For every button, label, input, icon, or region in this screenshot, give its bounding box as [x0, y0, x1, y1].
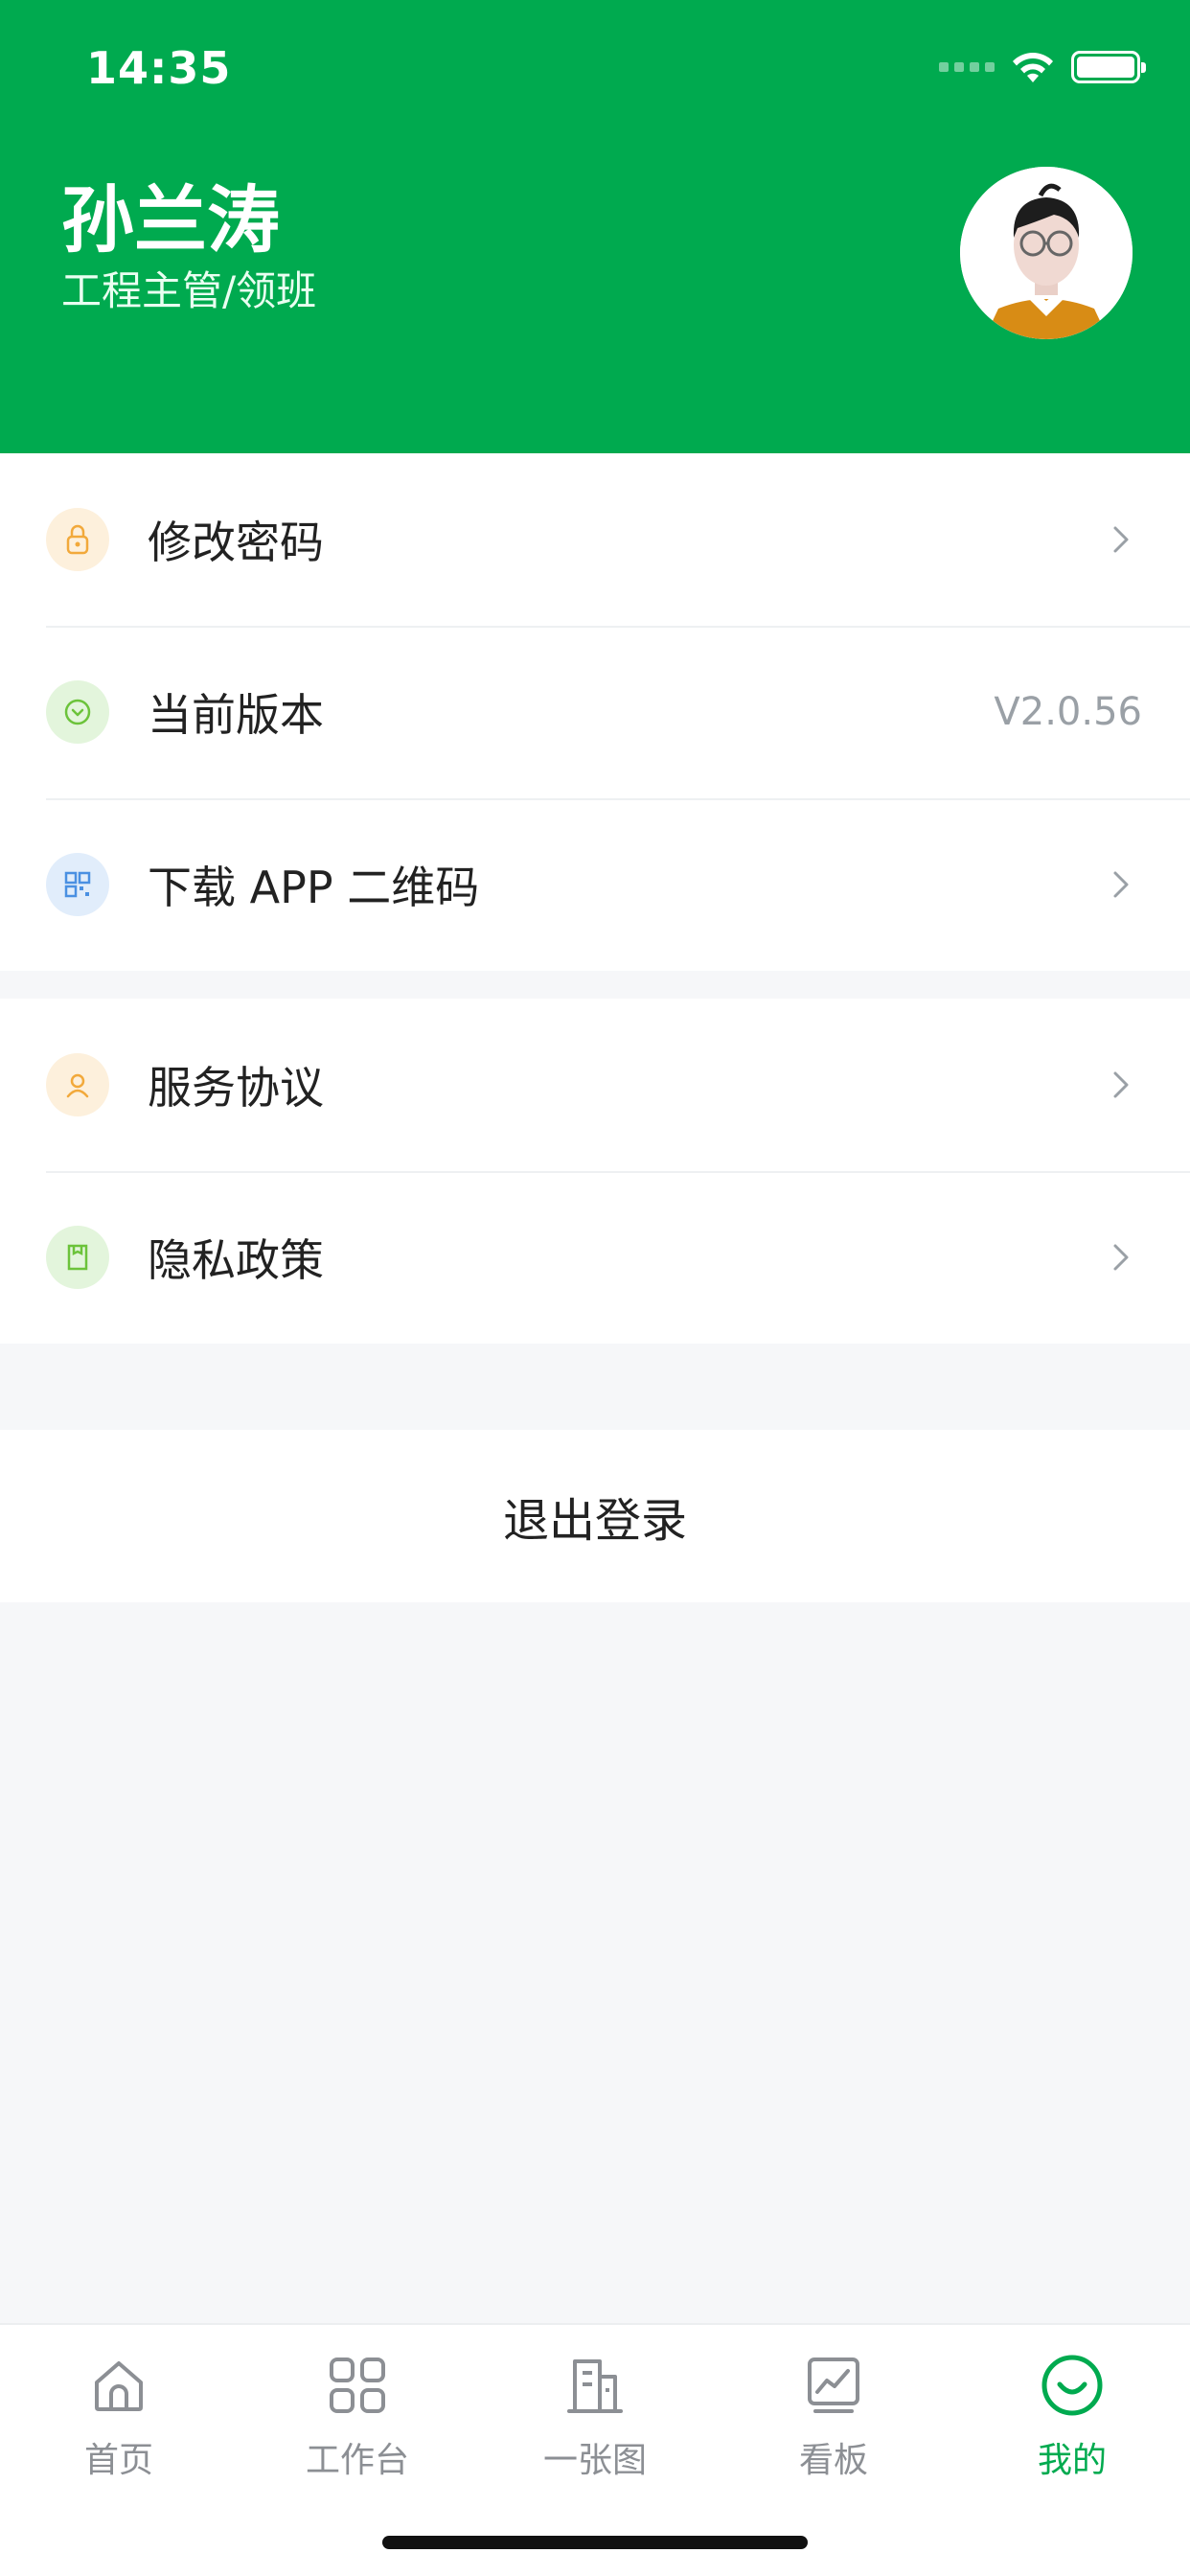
tab-mine[interactable]: 我的 [995, 2352, 1149, 2482]
wifi-icon [1013, 53, 1053, 82]
menu-label: 修改密码 [148, 517, 324, 568]
version-value: V2.0.56 [994, 690, 1142, 734]
smile-icon [1041, 2355, 1103, 2416]
menu-row-privacy-policy[interactable]: 隐私政策 [0, 1171, 1190, 1344]
privacy-icon [46, 1226, 109, 1289]
tab-workbench[interactable]: 工作台 [281, 2352, 434, 2482]
chevron-right-icon [1113, 1244, 1129, 1271]
menu-row-download-qr[interactable]: 下载 APP 二维码 [0, 798, 1190, 971]
tab-label: 看板 [798, 2441, 868, 2480]
menu-label: 隐私政策 [148, 1234, 324, 1286]
menu-row-change-password[interactable]: 修改密码 [0, 453, 1190, 626]
home-icon [95, 2361, 143, 2411]
tab-home[interactable]: 首页 [42, 2352, 195, 2482]
chart-icon [808, 2358, 859, 2413]
version-icon [46, 680, 109, 744]
tab-label: 一张图 [542, 2441, 647, 2480]
logout-label: 退出登录 [502, 1494, 687, 1548]
menu-row-current-version[interactable]: 当前版本 V2.0.56 [0, 626, 1190, 798]
user-name: 孙兰涛 [61, 177, 280, 263]
signal-icon [939, 62, 995, 72]
qr-code-icon [46, 853, 109, 916]
menu-label: 当前版本 [148, 689, 324, 741]
building-icon [567, 2359, 623, 2413]
profile-header: 14:35 孙兰涛 工程主管/领班 [0, 0, 1190, 453]
chevron-right-icon [1113, 526, 1129, 553]
user-agreement-icon [46, 1053, 109, 1116]
tab-label: 我的 [1037, 2441, 1107, 2480]
menu-label: 下载 APP 二维码 [148, 862, 480, 913]
status-icons [939, 50, 1146, 84]
status-time: 14:35 [86, 42, 232, 94]
avatar-illustration [960, 167, 1133, 339]
chevron-right-icon [1113, 871, 1129, 898]
tab-dashboard[interactable]: 看板 [757, 2352, 910, 2482]
logout-button[interactable]: 退出登录 [0, 1430, 1190, 1602]
menu-label: 服务协议 [148, 1062, 324, 1114]
chevron-right-icon [1113, 1071, 1129, 1098]
home-indicator[interactable] [382, 2536, 808, 2549]
grid-icon [330, 2358, 385, 2413]
tab-one-map[interactable]: 一张图 [518, 2352, 672, 2482]
tab-label: 首页 [83, 2441, 153, 2480]
lock-icon [46, 508, 109, 571]
avatar[interactable] [960, 167, 1133, 339]
menu-row-service-agreement[interactable]: 服务协议 [0, 999, 1190, 1171]
battery-icon [1071, 51, 1146, 83]
tab-label: 工作台 [305, 2441, 409, 2480]
settings-group-account: 修改密码 当前版本 V2.0.56 下载 APP 二维码 [0, 453, 1190, 971]
profile-screen: 14:35 孙兰涛 工程主管/领班 修改密码 当前版本 V2.0.56 下载 A… [0, 0, 1190, 2576]
settings-group-legal: 服务协议 隐私政策 [0, 999, 1190, 1344]
user-role: 工程主管/领班 [61, 267, 317, 314]
